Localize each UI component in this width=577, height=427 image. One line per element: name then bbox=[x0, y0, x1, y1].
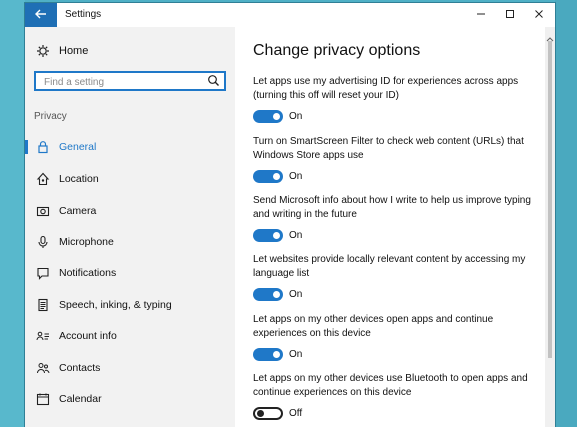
search-box bbox=[34, 71, 226, 91]
sidebar-item-label: Notifications bbox=[59, 267, 117, 279]
setting-advertising-id: Let apps use my advertising ID for exper… bbox=[253, 75, 543, 123]
back-button[interactable] bbox=[25, 3, 57, 27]
microphone-icon bbox=[35, 234, 51, 250]
setting-description: Let apps on my other devices use Bluetoo… bbox=[253, 373, 528, 398]
toggle-switch[interactable] bbox=[253, 406, 283, 420]
sidebar-item-home-label: Home bbox=[59, 45, 89, 57]
toggle-switch[interactable] bbox=[253, 228, 283, 242]
setting-language-list: Let websites provide locally relevant co… bbox=[253, 253, 543, 301]
setting-description: Turn on SmartScreen Filter to check web … bbox=[253, 136, 524, 161]
toggle-state-label: Off bbox=[289, 407, 303, 419]
setting-description: Let websites provide locally relevant co… bbox=[253, 254, 526, 279]
sidebar-item-microphone[interactable]: Microphone bbox=[25, 230, 235, 254]
toggle-switch[interactable] bbox=[253, 347, 283, 361]
gear-icon bbox=[35, 43, 51, 59]
toggle-state-label: On bbox=[289, 348, 303, 360]
page-title: Change privacy options bbox=[253, 42, 421, 59]
toggle-state-label: On bbox=[289, 229, 303, 241]
sidebar-item-account-info[interactable]: Account info bbox=[25, 324, 235, 348]
setting-bluetooth-devices: Let apps on my other devices use Bluetoo… bbox=[253, 372, 543, 420]
contacts-icon bbox=[35, 360, 51, 376]
sidebar-item-contacts[interactable]: Contacts bbox=[25, 356, 235, 380]
sidebar-item-label: Contacts bbox=[59, 362, 101, 374]
sidebar-item-camera[interactable]: Camera bbox=[25, 199, 235, 223]
settings-window: Settings Home Find a setting Privacy Gen… bbox=[25, 3, 555, 427]
setting-description: Let apps on my other devices open apps a… bbox=[253, 314, 494, 339]
maximize-button[interactable] bbox=[496, 3, 524, 27]
section-label-privacy: Privacy bbox=[34, 111, 67, 122]
scrollbar-thumb[interactable] bbox=[548, 41, 552, 358]
close-button[interactable] bbox=[525, 3, 553, 27]
search-input[interactable] bbox=[42, 74, 206, 91]
window-title: Settings bbox=[65, 9, 102, 20]
camera-icon bbox=[35, 203, 51, 219]
scrollbar[interactable] bbox=[545, 27, 555, 427]
setting-other-devices: Let apps on my other devices open apps a… bbox=[253, 313, 543, 361]
lock-icon bbox=[35, 139, 51, 155]
sidebar-item-home[interactable]: Home bbox=[35, 41, 88, 61]
toggle-state-label: On bbox=[289, 170, 303, 182]
sidebar-item-speech-inking-typing[interactable]: Speech, inking, & typing bbox=[25, 293, 235, 317]
sidebar-item-label: Account info bbox=[59, 330, 117, 342]
sidebar-item-notifications[interactable]: Notifications bbox=[25, 261, 235, 285]
toggle-switch[interactable] bbox=[253, 169, 283, 183]
sidebar-item-label: Microphone bbox=[59, 236, 114, 248]
minimize-icon bbox=[476, 6, 486, 24]
desktop-background bbox=[0, 0, 25, 427]
search-icon[interactable] bbox=[207, 74, 220, 92]
sidebar-item-label: Speech, inking, & typing bbox=[59, 299, 172, 311]
sidebar-item-general[interactable]: General bbox=[25, 135, 235, 159]
close-icon bbox=[534, 6, 544, 24]
minimize-button[interactable] bbox=[467, 3, 495, 27]
notifications-icon bbox=[35, 265, 51, 281]
setting-smartscreen: Turn on SmartScreen Filter to check web … bbox=[253, 135, 543, 183]
setting-description: Send Microsoft info about how I write to… bbox=[253, 195, 531, 220]
location-icon bbox=[35, 171, 51, 187]
sidebar-item-label: Location bbox=[59, 173, 99, 185]
account-info-icon bbox=[35, 328, 51, 344]
back-arrow-icon bbox=[35, 6, 47, 24]
sidebar-item-calendar[interactable]: Calendar bbox=[25, 387, 235, 411]
toggle-state-label: On bbox=[289, 288, 303, 300]
sidebar-item-location[interactable]: Location bbox=[25, 167, 235, 191]
toggle-switch[interactable] bbox=[253, 287, 283, 301]
calendar-icon bbox=[35, 391, 51, 407]
sidebar: Home Privacy General Location Came bbox=[25, 27, 235, 427]
main-content: Change privacy options Let apps use my a… bbox=[235, 27, 545, 427]
toggle-state-label: On bbox=[289, 110, 303, 122]
document-icon bbox=[35, 297, 51, 313]
sidebar-item-label: General bbox=[59, 141, 97, 153]
sidebar-item-label: Camera bbox=[59, 205, 97, 217]
setting-description: Let apps use my advertising ID for exper… bbox=[253, 76, 519, 101]
setting-typing-info: Send Microsoft info about how I write to… bbox=[253, 194, 543, 242]
desktop-background-right bbox=[555, 0, 577, 427]
sidebar-item-label: Calendar bbox=[59, 393, 102, 405]
maximize-icon bbox=[505, 6, 515, 24]
toggle-switch[interactable] bbox=[253, 109, 283, 123]
title-bar: Settings bbox=[25, 3, 555, 27]
